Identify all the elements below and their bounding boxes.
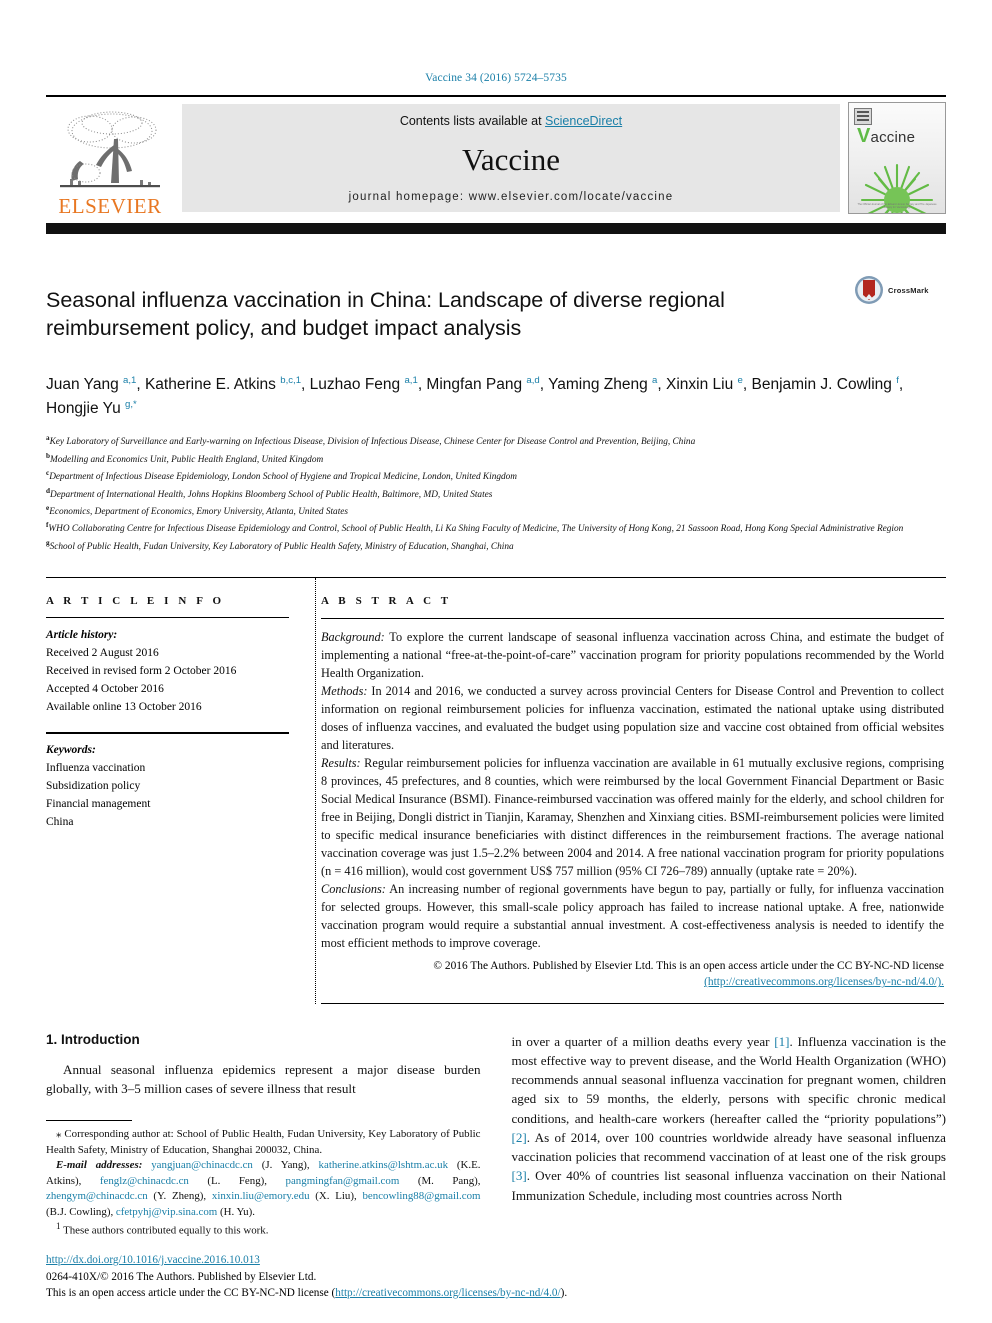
- cover-title-v: V: [857, 125, 871, 147]
- keyword-item: Subsidization policy: [46, 779, 141, 792]
- cover-title: Vaccine: [857, 125, 915, 148]
- email-addresses-note: E-mail addresses: yangjuan@chinacdc.cn (…: [46, 1159, 481, 1218]
- keyword-item: China: [46, 815, 74, 828]
- section-heading-introduction: 1. Introduction: [46, 1031, 140, 1047]
- affiliation-text: Modelling and Economics Unit, Public Hea…: [50, 454, 324, 465]
- affiliation-text: Department of Infectious Disease Epidemi…: [49, 472, 518, 483]
- abstract-body: Background: To explore the current lands…: [321, 628, 944, 952]
- abstract-section-text: To explore the current landscape of seas…: [321, 630, 944, 681]
- affiliation-item: bModelling and Economics Unit, Public He…: [46, 451, 946, 468]
- masthead-center: Contents lists available at ScienceDirec…: [182, 104, 840, 212]
- abstract-section: Methods: In 2014 and 2016, we conducted …: [321, 682, 944, 754]
- affiliation-item: aKey Laboratory of Surveillance and Earl…: [46, 433, 946, 450]
- crossmark-icon: [855, 276, 883, 304]
- cover-society-badge-icon: [854, 108, 872, 125]
- intro-paragraph-text: Annual seasonal influenza epidemics repr…: [46, 1061, 481, 1096]
- running-head: Vaccine 34 (2016) 5724–5735: [425, 72, 567, 84]
- doi-line: http://dx.doi.org/10.1016/j.vaccine.2016…: [46, 1252, 666, 1268]
- license-link[interactable]: http://creativecommons.org/licenses/by-n…: [335, 1287, 560, 1299]
- abstract-section-text: In 2014 and 2016, we conducted a survey …: [321, 684, 944, 753]
- journal-title: Vaccine: [461, 142, 561, 177]
- history-item: Received in revised form 2 October 2016: [46, 664, 237, 677]
- abstract-section: Conclusions: An increasing number of reg…: [321, 880, 944, 952]
- equal-contribution-note: 1 These authors contributed equally to t…: [56, 1221, 269, 1237]
- intro-paragraph-right: in over a quarter of a million deaths ev…: [511, 1033, 947, 1203]
- abstract-section-label: Background:: [321, 630, 385, 645]
- affiliation-text: Department of International Health, John…: [50, 489, 493, 500]
- cover-footer-text: The Official Journal of the Edward Jenne…: [857, 203, 937, 209]
- elsevier-wordmark: ELSEVIER: [58, 194, 162, 218]
- body-columns: 1. Introduction Annual seasonal influenz…: [46, 1032, 946, 1239]
- keywords-label: Keywords:: [46, 744, 96, 757]
- author-list: Juan Yang a,1, Katherine E. Atkins b,c,1…: [46, 375, 904, 417]
- affiliation-item: cDepartment of Infectious Disease Epidem…: [46, 468, 946, 485]
- issn-line: 0264-410X/© 2016 The Authors. Published …: [46, 1270, 317, 1283]
- divider: [46, 617, 289, 619]
- article-info-heading: A R T I C L E I N F O: [46, 595, 225, 608]
- history-item: Available online 13 October 2016: [46, 700, 202, 713]
- keyword-item: Financial management: [46, 797, 151, 810]
- info-abstract-block: A R T I C L E I N F O Article history: R…: [46, 577, 946, 1004]
- divider: [321, 618, 944, 620]
- body-column-right: in over a quarter of a million deaths ev…: [512, 1032, 947, 1239]
- corresponding-author-note: ⁎ Corresponding author at: School of Pub…: [46, 1128, 481, 1156]
- masthead-black-bar: [46, 223, 946, 234]
- affiliation-item: eEconomics, Department of Economics, Emo…: [46, 503, 946, 520]
- affiliation-text: School of Public Health, Fudan Universit…: [49, 541, 514, 552]
- history-item: Received 2 August 2016: [46, 647, 159, 660]
- cc-license-link[interactable]: (http://creativecommons.org/licenses/by-…: [704, 976, 944, 988]
- affiliation-text: WHO Collaborating Centre for Infectious …: [48, 524, 904, 535]
- keyword-item: Influenza vaccination: [46, 762, 146, 775]
- journal-masthead: ELSEVIER Contents lists available at Sci…: [46, 95, 946, 219]
- contents-prefix: Contents lists available at: [399, 114, 546, 128]
- footnote-rule: [46, 1120, 132, 1122]
- journal-homepage[interactable]: journal homepage: www.elsevier.com/locat…: [349, 191, 674, 203]
- abstract-section-text: Regular reimbursement policies for influ…: [321, 756, 944, 879]
- crossmark-badge[interactable]: CrossMark: [854, 273, 946, 305]
- license-prefix: This is an open access article under the…: [46, 1286, 336, 1299]
- affiliation-item: fWHO Collaborating Centre for Infectious…: [46, 520, 946, 537]
- elsevier-tree-icon: [60, 111, 160, 188]
- page-title: Seasonal influenza vaccination in China:…: [46, 288, 725, 341]
- abstract-section: Results: Regular reimbursement policies …: [321, 754, 944, 880]
- contents-available-line: Contents lists available at ScienceDirec…: [400, 114, 622, 128]
- footnotes-block: ⁎ Corresponding author at: School of Pub…: [46, 1127, 481, 1239]
- abstract-column: A B S T R A C T Background: To explore t…: [315, 578, 946, 1004]
- affiliation-list: aKey Laboratory of Surveillance and Earl…: [46, 433, 946, 555]
- license-suffix: ).: [560, 1286, 568, 1299]
- affiliation-text: Key Laboratory of Surveillance and Early…: [49, 437, 696, 448]
- divider: [321, 1002, 944, 1004]
- doi-link[interactable]: http://dx.doi.org/10.1016/j.vaccine.2016…: [46, 1254, 260, 1266]
- abstract-section-label: Methods:: [321, 684, 368, 699]
- divider: [46, 732, 289, 735]
- abstract-section-text: An increasing number of regional governm…: [321, 882, 944, 951]
- journal-cover-thumbnail[interactable]: Vaccine The Official Journal of the Edwa…: [848, 102, 946, 214]
- abstract-copyright: © 2016 The Authors. Published by Elsevie…: [321, 958, 944, 990]
- affiliation-item: dDepartment of International Health, Joh…: [46, 486, 946, 503]
- cover-title-rest: accine: [870, 129, 916, 146]
- abstract-section-label: Conclusions:: [321, 882, 386, 897]
- title-row: Seasonal influenza vaccination in China:…: [46, 273, 946, 357]
- affiliation-item: gSchool of Public Health, Fudan Universi…: [46, 538, 946, 555]
- history-item: Accepted 4 October 2016: [46, 682, 164, 695]
- abstract-heading: A B S T R A C T: [321, 595, 452, 608]
- article-history-label: Article history:: [46, 629, 118, 642]
- intro-paragraph-left: Annual seasonal influenza epidemics repr…: [46, 1060, 481, 1098]
- abstract-section: Background: To explore the current lands…: [321, 628, 944, 682]
- doi-footer: http://dx.doi.org/10.1016/j.vaccine.2016…: [46, 1252, 666, 1301]
- copyright-text: © 2016 The Authors. Published by Elsevie…: [433, 960, 944, 973]
- abstract-section-label: Results:: [321, 756, 361, 771]
- crossmark-label: CrossMark: [888, 285, 929, 295]
- license-line: This is an open access article under the…: [46, 1285, 666, 1301]
- article-info-column: A R T I C L E I N F O Article history: R…: [46, 578, 315, 1003]
- affiliation-text: Economics, Department of Economics, Emor…: [49, 507, 349, 518]
- body-column-left: 1. Introduction Annual seasonal influenz…: [46, 1032, 481, 1239]
- sciencedirect-link[interactable]: ScienceDirect: [545, 114, 622, 128]
- elsevier-logo: ELSEVIER: [46, 97, 174, 219]
- paper-page: Vaccine 34 (2016) 5724–5735 ELSEVIER Con…: [0, 0, 992, 1323]
